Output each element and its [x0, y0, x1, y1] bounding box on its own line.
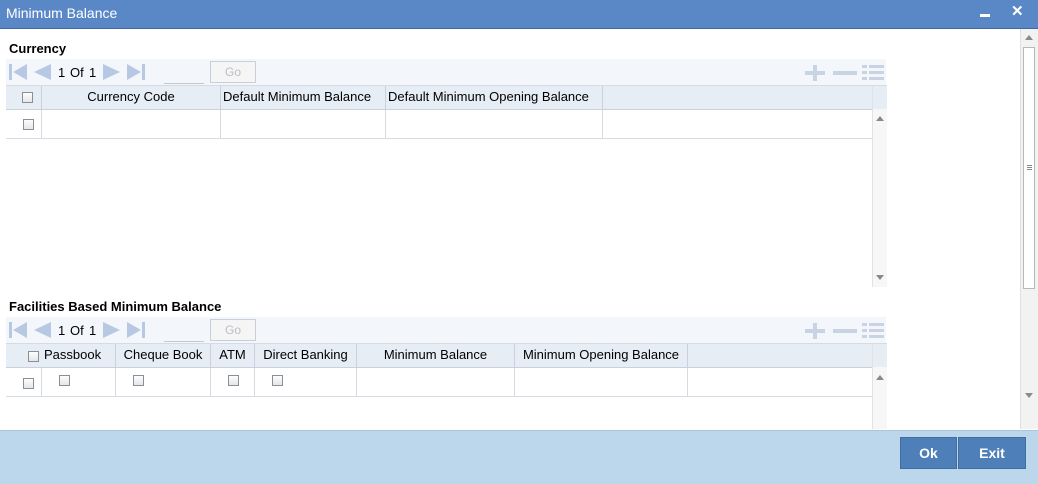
currency-section-title: Currency [9, 41, 67, 56]
table-row [6, 110, 872, 139]
facilities-pager-of: Of [70, 323, 84, 338]
single-view-icon[interactable] [861, 64, 885, 85]
empty-cell [603, 110, 872, 138]
currency-go-button[interactable]: Go [210, 61, 256, 83]
currency-header-row: Currency Code Default Minimum Balance De… [6, 86, 872, 110]
column-header-cheque-book[interactable]: Cheque Book [116, 344, 211, 367]
row-select-cell [6, 110, 42, 138]
facilities-toolbar: 1 Of 1 Go [6, 317, 886, 343]
exit-button[interactable]: Exit [958, 437, 1026, 469]
row-select-cell [6, 368, 42, 396]
facilities-grid: Passbook Cheque Book ATM Direct Banking … [6, 343, 887, 429]
empty-cell [688, 368, 872, 396]
scrollbar-header-spacer [873, 344, 887, 367]
passbook-checkbox[interactable] [59, 375, 70, 386]
facilities-page-input[interactable] [164, 321, 204, 342]
facilities-grid-scrollbar[interactable] [872, 344, 887, 429]
scrollbar-thumb[interactable] [1023, 47, 1035, 289]
currency-pager-of: Of [70, 65, 84, 80]
window-titlebar: Minimum Balance ✕ [0, 0, 1038, 29]
atm-checkbox[interactable] [228, 375, 239, 386]
row-select-checkbox[interactable] [23, 378, 34, 389]
default-minimum-opening-balance-cell[interactable] [386, 110, 603, 138]
delete-row-icon[interactable] [832, 64, 858, 85]
dialog-content: Currency 1 Of 1 Go Currency Code Default… [0, 29, 1020, 429]
currency-grid-scrollbar[interactable] [872, 86, 887, 287]
next-page-icon[interactable] [102, 321, 122, 339]
currency-pager-total: 1 [89, 65, 97, 80]
column-header-minimum-opening-balance[interactable]: Minimum Opening Balance [515, 344, 688, 367]
column-header-minimum-balance[interactable]: Minimum Balance [357, 344, 515, 367]
scroll-down-icon[interactable] [876, 275, 884, 280]
direct-banking-cell [255, 368, 357, 396]
column-header-currency-code[interactable]: Currency Code [42, 86, 221, 109]
passbook-cell [42, 368, 116, 396]
atm-cell [211, 368, 255, 396]
cheque-book-cell [116, 368, 211, 396]
last-page-icon[interactable] [126, 63, 148, 81]
currency-page-input[interactable] [164, 63, 204, 84]
column-header-direct-banking[interactable]: Direct Banking [255, 344, 357, 367]
first-page-icon[interactable] [8, 63, 28, 81]
facilities-header-row: Passbook Cheque Book ATM Direct Banking … [6, 344, 872, 368]
currency-code-cell[interactable] [42, 110, 221, 138]
first-page-icon[interactable] [8, 321, 28, 339]
column-header-passbook[interactable]: Passbook [44, 344, 101, 366]
currency-pager-current: 1 [58, 65, 66, 80]
direct-banking-checkbox[interactable] [272, 375, 283, 386]
facilities-pager-current: 1 [58, 323, 66, 338]
facilities-pager-total: 1 [89, 323, 97, 338]
close-icon[interactable]: ✕ [1011, 2, 1024, 20]
previous-page-icon[interactable] [32, 321, 52, 339]
currency-select-all-cell [6, 86, 42, 109]
currency-toolbar: 1 Of 1 Go [6, 59, 886, 85]
facilities-select-all-checkbox[interactable] [28, 351, 39, 362]
table-row [6, 368, 872, 397]
scrollbar-header-spacer [873, 86, 887, 109]
currency-select-all-checkbox[interactable] [22, 92, 33, 103]
column-header-default-minimum-balance[interactable]: Default Minimum Balance [221, 86, 386, 109]
scroll-down-icon[interactable] [1025, 393, 1033, 398]
minimum-balance-cell[interactable] [357, 368, 515, 396]
scrollbar-grip-icon [1027, 165, 1032, 166]
add-row-icon[interactable] [803, 64, 827, 85]
column-header-default-minimum-opening-balance[interactable]: Default Minimum Opening Balance [386, 86, 603, 109]
column-header-passbook-cell: Passbook [6, 344, 116, 367]
minimum-opening-balance-cell[interactable] [515, 368, 688, 396]
scroll-up-icon[interactable] [1025, 35, 1033, 40]
default-minimum-balance-cell[interactable] [221, 110, 386, 138]
add-row-icon[interactable] [803, 322, 827, 343]
next-page-icon[interactable] [102, 63, 122, 81]
facilities-go-button[interactable]: Go [210, 319, 256, 341]
last-page-icon[interactable] [126, 321, 148, 339]
column-header-atm[interactable]: ATM [211, 344, 255, 367]
window-title: Minimum Balance [6, 5, 118, 21]
facilities-section-title: Facilities Based Minimum Balance [9, 299, 222, 314]
dialog-footer: Ok Exit [0, 430, 1038, 484]
cheque-book-checkbox[interactable] [133, 375, 144, 386]
dialog-scrollbar[interactable] [1020, 29, 1038, 429]
scroll-up-icon[interactable] [876, 375, 884, 380]
scroll-up-icon[interactable] [876, 116, 884, 121]
ok-button[interactable]: Ok [900, 437, 957, 469]
previous-page-icon[interactable] [32, 63, 52, 81]
delete-row-icon[interactable] [832, 322, 858, 343]
row-select-checkbox[interactable] [23, 119, 34, 130]
currency-grid: Currency Code Default Minimum Balance De… [6, 85, 887, 287]
single-view-icon[interactable] [861, 322, 885, 343]
